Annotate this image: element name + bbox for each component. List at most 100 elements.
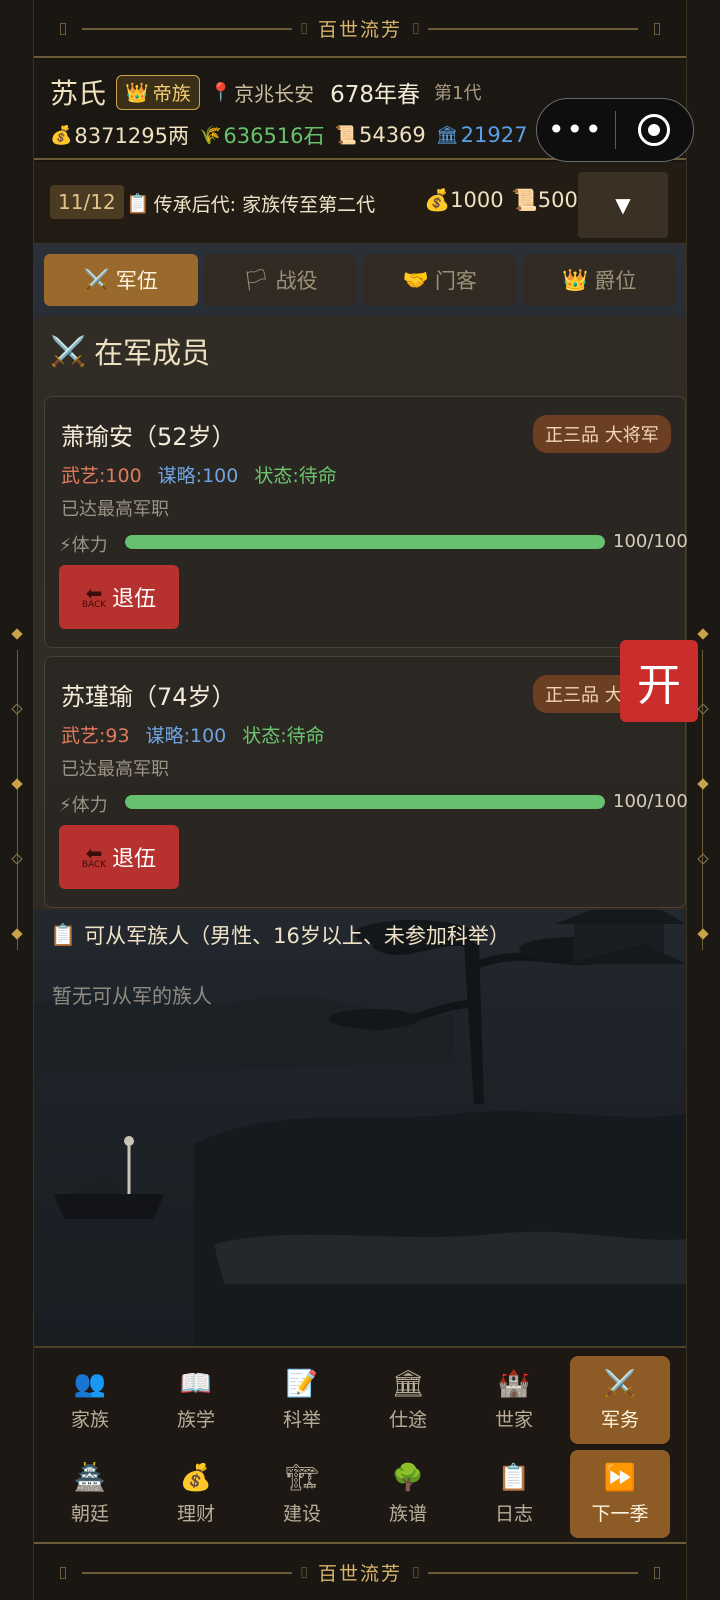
member-name: 苏瑾瑜（74岁）: [61, 683, 236, 711]
next-season-button[interactable]: ⏩ 下一季: [570, 1450, 670, 1538]
member-note: 已达最高军职: [61, 759, 169, 780]
member-card: 萧瑜安（52岁） 正三品 大将军 武艺:100 谋略:100 状态:待命 已达最…: [44, 396, 688, 648]
member-card: 苏瑾瑜（74岁） 正三品 大将军 武艺:93 谋略:100 状态:待命 已达最高…: [44, 656, 688, 908]
book-icon: 📖: [179, 1368, 213, 1399]
bottom-navigation: 👥 家族 📖 族学 📝 科举 🏛 仕途 🏰 世家 ⚔️ 军务 🏯 朝廷 💰 理财…: [34, 1346, 686, 1542]
left-rail: [0, 0, 34, 1600]
nav-court[interactable]: 🏯 朝廷: [40, 1450, 140, 1538]
stamina-bar-fill: [125, 535, 605, 549]
family-icon: 👥: [73, 1368, 107, 1399]
tab-army[interactable]: ⚔️ 军伍: [44, 254, 198, 306]
member-name: 萧瑜安（52岁）: [61, 423, 236, 451]
money-resource: 💰 8371295两: [50, 124, 189, 148]
nav-exam[interactable]: 📝 科举: [252, 1356, 352, 1444]
nav-noble-houses[interactable]: 🏰 世家: [464, 1356, 564, 1444]
bottom-banner: ▯ 百世流芳 ▯: [34, 1542, 686, 1600]
clan-rank-badge: 👑 帝族: [116, 74, 200, 110]
back-arrow-icon: ⬅ BACK: [81, 580, 107, 610]
stamina-bar: [125, 535, 605, 549]
strategy-stat: 谋略:100: [157, 465, 239, 487]
martial-stat: 武艺:100: [61, 465, 142, 487]
crossed-swords-icon: ⚔️: [603, 1368, 637, 1399]
clan-name: 苏氏: [50, 77, 107, 110]
nav-military[interactable]: ⚔️ 军务: [570, 1356, 670, 1444]
tab-retainers[interactable]: 🤝 门客: [363, 254, 517, 306]
money-bag-icon: 💰: [50, 124, 73, 146]
rail-diamond-icon: [11, 628, 23, 640]
task-progress: 11/12: [50, 185, 124, 219]
open-floating-button[interactable]: 开: [620, 640, 698, 722]
nav-career[interactable]: 🏛 仕途: [358, 1356, 458, 1444]
target-close-icon[interactable]: [616, 114, 694, 146]
more-icon[interactable]: •••: [537, 98, 615, 162]
memo-icon: 📝: [285, 1368, 319, 1399]
palace-icon: 🏯: [73, 1462, 107, 1493]
status-stat: 状态:待命: [242, 725, 325, 747]
grain-icon: 🌾: [198, 124, 222, 146]
stamina-bar-fill: [125, 795, 605, 809]
nav-family[interactable]: 👥 家族: [40, 1356, 140, 1444]
crown-icon: 👑: [562, 267, 589, 292]
tab-battles[interactable]: 🏳 战役: [203, 254, 357, 306]
nav-log[interactable]: 📋 日志: [464, 1450, 564, 1538]
fast-forward-icon: ⏩: [603, 1462, 637, 1493]
nav-construction[interactable]: 🏗 建设: [252, 1450, 352, 1538]
crossed-swords-icon: ⚔️: [83, 267, 110, 292]
scroll-icon: 📜: [511, 188, 538, 212]
member-stats: 武艺:93 谋略:100 状态:待命: [61, 721, 325, 748]
money-bag-icon: 💰: [424, 188, 451, 212]
retire-button[interactable]: ⬅ BACK 退伍: [59, 565, 179, 629]
castle-icon: 🏰: [497, 1368, 531, 1399]
rail-diamond-icon: [11, 778, 23, 790]
crane-icon: 🏗: [285, 1462, 319, 1493]
flag-icon: 🏳: [242, 267, 270, 292]
scroll-resource: 📜 54369: [334, 123, 426, 147]
rail-diamond-icon: [697, 703, 709, 715]
miniprogram-capsule: •••: [536, 98, 694, 162]
rail-diamond-icon: [697, 628, 709, 640]
crossed-swords-icon: ⚔️: [50, 333, 87, 368]
institution-icon: 🏛: [435, 124, 459, 146]
nav-clan-school[interactable]: 📖 族学: [146, 1356, 246, 1444]
prestige-resource: 🏛 21927: [435, 123, 528, 147]
rail-diamond-icon: [697, 853, 709, 865]
retire-button[interactable]: ⬅ BACK 退伍: [59, 825, 179, 889]
tree-icon: 🌳: [391, 1462, 425, 1493]
stamina-label: ⚡体力: [59, 535, 108, 556]
task-reward: 💰1000 📜500: [424, 188, 578, 212]
eligible-empty-message: 暂无可从军的族人: [52, 984, 212, 1008]
task-description: 📋 传承后代: 家族传至第二代: [126, 193, 376, 216]
nav-finance[interactable]: 💰 理财: [146, 1450, 246, 1538]
right-rail: [686, 0, 720, 1600]
martial-stat: 武艺:93: [61, 725, 130, 747]
generation-label: 第1代: [434, 83, 482, 104]
stamina-label: ⚡体力: [59, 795, 108, 816]
scroll-icon: 📜: [334, 124, 357, 146]
location-pin-icon: 📍: [209, 81, 233, 103]
nav-genealogy[interactable]: 🌳 族谱: [358, 1450, 458, 1538]
grain-resource: 🌾 636516石: [198, 124, 325, 148]
banner-title: 百世流芳: [317, 18, 402, 41]
rail-diamond-icon: [11, 853, 23, 865]
clipboard-icon: 📋: [50, 922, 77, 947]
clipboard-icon: 📋: [497, 1462, 531, 1493]
money-bag-icon: 💰: [179, 1462, 213, 1493]
rail-diamond-icon: [697, 928, 709, 940]
clan-location: 📍 京兆长安: [209, 81, 315, 106]
rail-diamond-icon: [697, 778, 709, 790]
military-tabs: ⚔️ 军伍 🏳 战役 🤝 门客 👑 爵位: [44, 254, 676, 306]
tab-nobility[interactable]: 👑 爵位: [522, 254, 676, 306]
eligible-members-title: 📋 可从军族人（男性、16岁以上、未参加科举）: [50, 922, 510, 949]
rail-diamond-icon: [11, 928, 23, 940]
member-note: 已达最高军职: [61, 499, 169, 520]
stamina-bar: [125, 795, 605, 809]
crown-icon: 👑: [125, 81, 149, 104]
section-title: ⚔️ 在军成员: [50, 333, 211, 371]
clipboard-icon: 📋: [126, 193, 150, 215]
rail-diamond-icon: [11, 703, 23, 715]
institution-icon: 🏛: [391, 1368, 425, 1399]
task-bar: 11/12 📋 传承后代: 家族传至第二代 💰1000 📜500 ▼: [34, 162, 686, 244]
banner-title: 百世流芳: [317, 1562, 402, 1585]
stamina-value: 100/100: [613, 791, 688, 812]
task-expand-button[interactable]: ▼: [578, 172, 668, 238]
